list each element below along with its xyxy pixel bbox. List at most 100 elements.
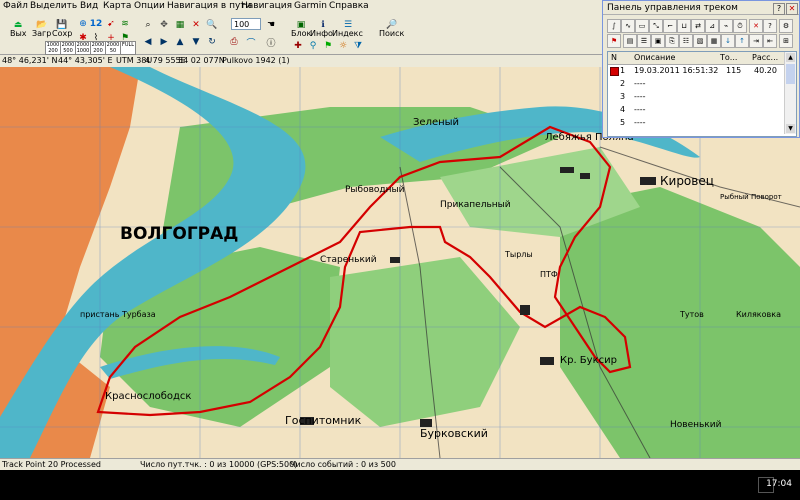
menu-map[interactable]: Карта	[103, 1, 131, 11]
table-row[interactable]: 4 ----	[608, 104, 783, 116]
filter-icon[interactable]: ⧩	[350, 38, 366, 54]
save-label: Сохр	[52, 29, 73, 38]
scroll-down-icon[interactable]: ▼	[786, 124, 795, 133]
table-row[interactable]: 1 19.03.2011 16:51:32 115 40.20	[608, 65, 783, 77]
table-row[interactable]: 2 ----	[608, 78, 783, 90]
table-row[interactable]: 3 ----	[608, 91, 783, 103]
track-join-icon[interactable]: ⊔	[677, 19, 691, 33]
menu-garmin[interactable]: Garmin	[294, 1, 327, 11]
track-table-icon[interactable]: ▦	[707, 34, 721, 48]
refresh-icon[interactable]: ↻	[204, 34, 220, 50]
col-n[interactable]: N	[611, 52, 617, 64]
track-table-scrollbar[interactable]: ▲ ▼	[784, 52, 796, 134]
waypoint-flag-icon[interactable]: ⚑	[320, 38, 336, 54]
scale-button-full[interactable]: FULL	[120, 41, 136, 55]
cross-hair-icon[interactable]: ✚	[290, 38, 306, 54]
arrow-left-icon[interactable]: ◀	[140, 34, 156, 50]
help-icon[interactable]: ?	[773, 3, 785, 15]
menu-view[interactable]: Вид	[80, 1, 98, 11]
row-n: 2	[620, 79, 626, 88]
scale-button-1[interactable]: 1000 200	[45, 41, 61, 55]
hand-icon[interactable]: ☚	[263, 17, 279, 33]
track-move-icon[interactable]: ⤡	[649, 19, 663, 33]
menu-help[interactable]: Справка	[329, 1, 369, 11]
menu-select[interactable]: Выделить	[30, 1, 77, 11]
map-label-ptf: ПТФ	[540, 270, 558, 279]
col-description[interactable]: Описание	[634, 52, 675, 64]
move-down-icon[interactable]: ↓	[721, 34, 735, 48]
row-points: 115	[726, 66, 742, 75]
table-row[interactable]: 5 ----	[608, 117, 783, 129]
track-edit-icon[interactable]: ∫	[607, 19, 621, 33]
map-label-tyrly: Тырлы	[504, 250, 533, 259]
row-n: 5	[620, 118, 626, 127]
track-reverse-icon[interactable]: ⇄	[691, 19, 705, 33]
zoom-select[interactable]: 100	[231, 18, 261, 30]
index-label: Индекс	[332, 29, 363, 38]
arrow-down-icon[interactable]: ▼	[188, 34, 204, 50]
pan-icon[interactable]: ✥	[156, 17, 172, 33]
panel-settings-icon[interactable]: ⚙	[779, 19, 793, 33]
col-points[interactable]: То...	[720, 52, 737, 64]
zoom-in-icon[interactable]: 🔍	[204, 17, 220, 33]
delete-icon[interactable]: ✕	[749, 19, 763, 33]
print-icon[interactable]: ⎙	[226, 34, 242, 50]
track-speed-icon[interactable]: ⌁	[719, 19, 733, 33]
scale-button-5[interactable]: 2000 50	[105, 41, 121, 55]
track-grid-icon[interactable]: ⊞	[779, 34, 793, 48]
help-button-icon[interactable]: ?	[763, 19, 777, 33]
map-label-kirovets: Кировец	[660, 174, 714, 188]
map-label-gospitomnik: Госпитомник	[285, 414, 362, 427]
clock: 17:04	[766, 479, 792, 489]
scroll-up-icon[interactable]: ▲	[786, 53, 795, 62]
longitude: 44° 43,305' E	[58, 56, 113, 65]
track-table-header: N Описание То... Расс...	[608, 52, 784, 65]
row-description: ----	[634, 92, 646, 101]
cross-icon[interactable]: ✕	[188, 17, 204, 33]
track-props-icon[interactable]: ☷	[679, 34, 693, 48]
arrow-up-icon[interactable]: ▲	[172, 34, 188, 50]
map-label-starenky: Старенький	[320, 255, 377, 265]
open-track-icon[interactable]: ▤	[623, 34, 637, 48]
menu-navigation-route[interactable]: Навигация в пути	[167, 1, 251, 11]
track-mode-icon[interactable]: ∿	[621, 19, 635, 33]
ruler-icon[interactable]: ⌒	[243, 34, 259, 50]
menu-navigation[interactable]: Навигация	[241, 1, 292, 11]
track-list-icon[interactable]: ☰	[637, 34, 651, 48]
track-import-icon[interactable]: ⇤	[763, 34, 777, 48]
scale-button-2[interactable]: 2000 500	[60, 41, 76, 55]
search-label: Поиск	[379, 29, 405, 38]
grid-icon[interactable]: ▦	[172, 17, 188, 33]
track-export-icon[interactable]: ⇥	[749, 34, 763, 48]
magnifier-icon[interactable]: ⌕	[140, 17, 156, 33]
track-select-icon[interactable]: ▭	[635, 19, 649, 33]
latitude: 48° 46,231' N	[2, 56, 58, 65]
info-icon[interactable]: ⓘ	[263, 34, 279, 50]
map-label-tutov: Тутов	[679, 310, 704, 319]
track-time-icon[interactable]: ⏱	[733, 19, 747, 33]
track-panel-title: Панель управления треком	[603, 1, 799, 15]
scale-button-4[interactable]: 2000 200	[90, 41, 106, 55]
map-label-rybny-povorot: Рыбный Поворот	[720, 193, 782, 201]
sun-icon[interactable]: ☼	[335, 38, 351, 54]
menu-options[interactable]: Опции	[134, 1, 165, 11]
arrow-right-icon[interactable]: ▶	[156, 34, 172, 50]
northing: 54 02 077N	[178, 56, 225, 65]
track-split-icon[interactable]: ⌐	[663, 19, 677, 33]
scroll-thumb[interactable]	[786, 64, 795, 84]
move-up-icon[interactable]: ↑	[735, 34, 749, 48]
track-image-icon[interactable]: ▧	[693, 34, 707, 48]
close-icon[interactable]: ✕	[786, 3, 798, 15]
track-copy-icon[interactable]: ⎘	[665, 34, 679, 48]
map-label-zeleny: Зеленый	[413, 117, 459, 128]
signal-icon[interactable]: ⚲	[305, 38, 321, 54]
menu-file[interactable]: Файл	[3, 1, 28, 11]
col-distance[interactable]: Расс...	[752, 52, 778, 64]
track-red-icon[interactable]: ⚑	[607, 34, 621, 48]
exit-label: Вых	[10, 29, 27, 38]
scale-button-3[interactable]: 2000 1000	[75, 41, 91, 55]
track-filter-icon[interactable]: ⊿	[705, 19, 719, 33]
save-track-icon[interactable]: ▣	[651, 34, 665, 48]
row-n: 3	[620, 92, 626, 101]
taskbar: 17:04	[0, 470, 800, 500]
